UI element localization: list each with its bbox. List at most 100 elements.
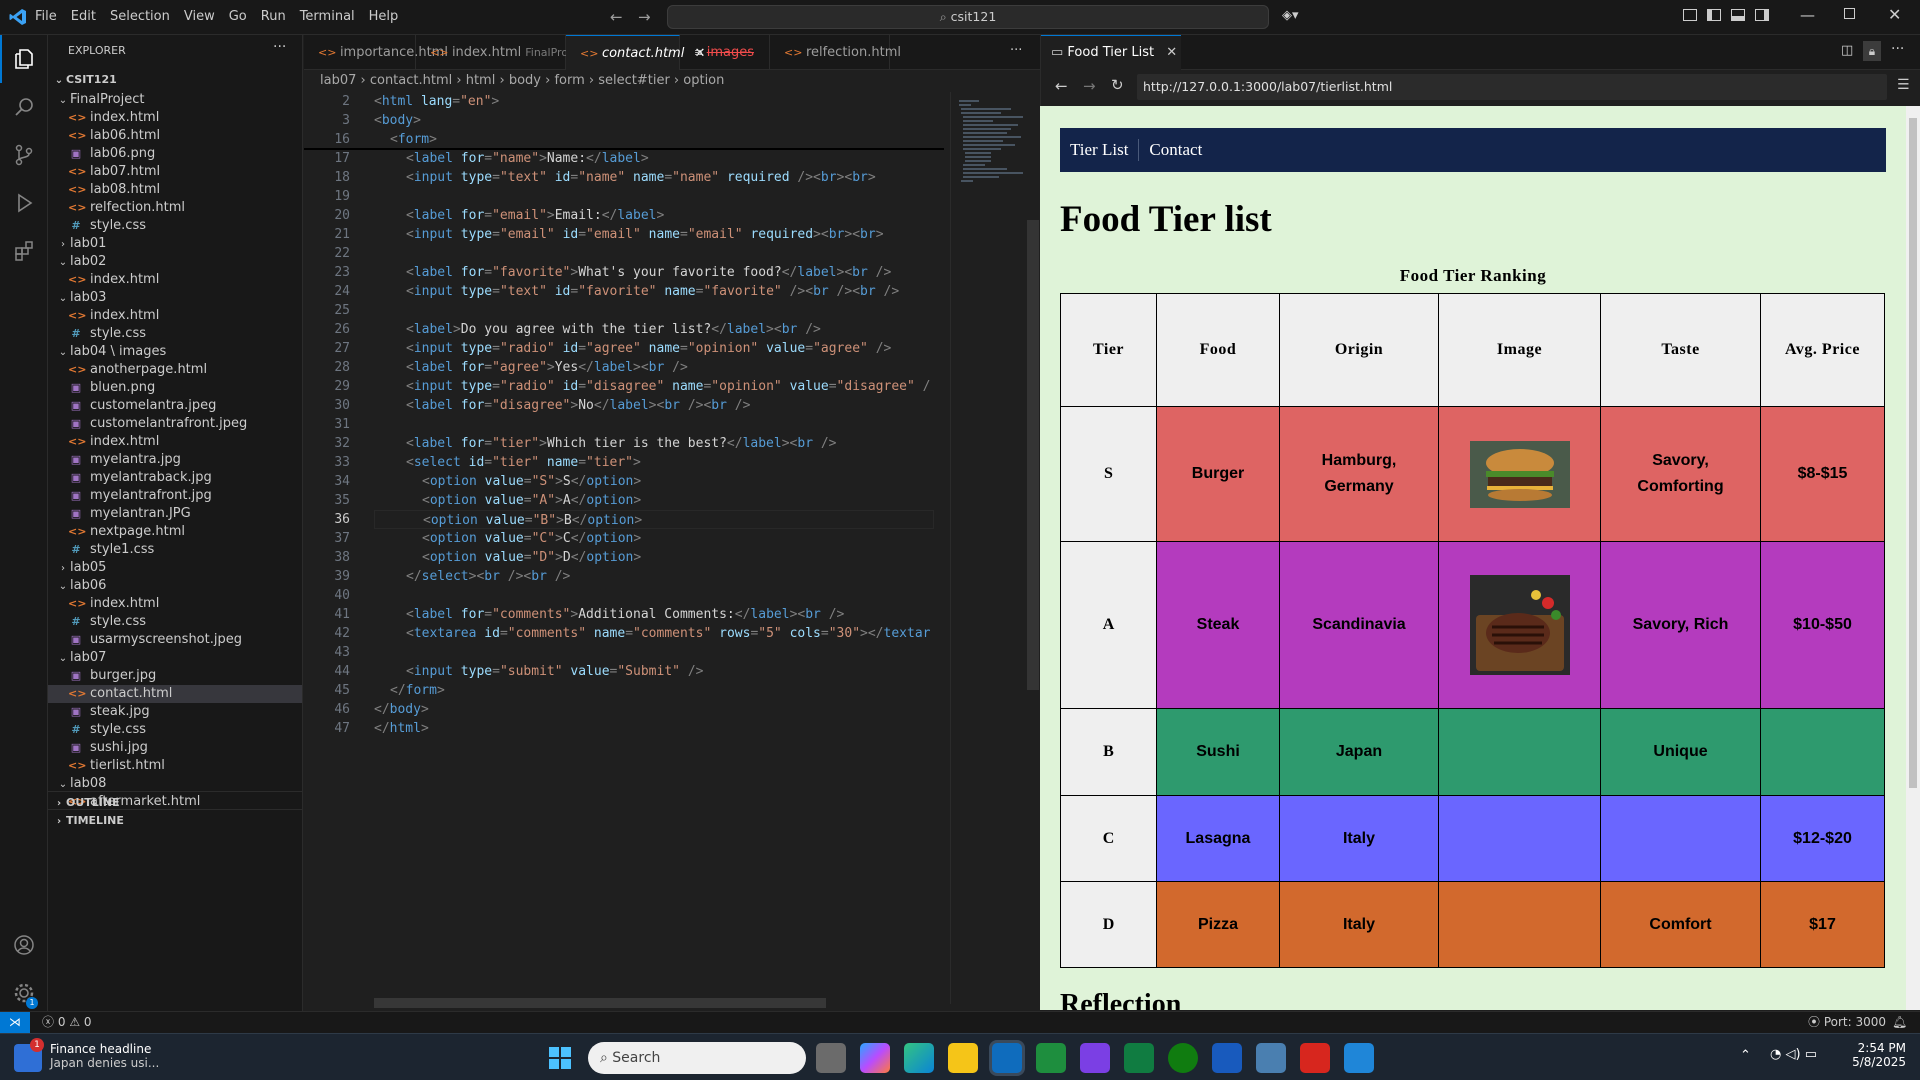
start-button[interactable] xyxy=(548,1046,572,1074)
explorer-icon[interactable] xyxy=(0,35,48,83)
menu-edit[interactable]: Edit xyxy=(64,9,103,24)
code-line[interactable]: <option value="B">B</option> xyxy=(374,510,934,529)
menu-help[interactable]: Help xyxy=(362,9,406,24)
folder-item[interactable]: ⌄ lab02 xyxy=(48,253,302,271)
file-item[interactable]: ▣ burger.jpg xyxy=(48,667,302,685)
copilot-icon[interactable]: ◈▾ xyxy=(1282,8,1299,23)
minimap[interactable] xyxy=(950,92,1030,1004)
file-item[interactable]: <> anotherpage.html xyxy=(48,361,302,379)
file-item[interactable]: <> index.html xyxy=(48,595,302,613)
editor-tab[interactable]: ≡ images xyxy=(680,35,770,70)
close-icon[interactable]: ✕ xyxy=(1888,5,1901,24)
code-line[interactable]: </form> xyxy=(374,681,445,700)
file-item[interactable]: # style.css xyxy=(48,721,302,739)
breadcrumb-item[interactable]: contact.html xyxy=(370,73,452,88)
code-line[interactable]: <input type="email" id="email" name="ema… xyxy=(374,225,884,244)
acrobat-icon[interactable] xyxy=(1300,1043,1330,1073)
code-line[interactable]: <input type="radio" id="agree" name="opi… xyxy=(374,339,891,358)
menu-run[interactable]: Run xyxy=(254,9,293,24)
manage-gear-icon[interactable]: 1 xyxy=(0,969,48,1017)
breadcrumb-item[interactable]: form xyxy=(554,73,584,88)
file-item[interactable]: ▣ steak.jpg xyxy=(48,703,302,721)
folder-item[interactable]: › lab05 xyxy=(48,559,302,577)
file-explorer-icon[interactable] xyxy=(948,1043,978,1073)
file-item[interactable]: # style.css xyxy=(48,217,302,235)
file-item[interactable]: ▣ myelantra.jpg xyxy=(48,451,302,469)
toggle-sidebar-icon[interactable] xyxy=(1707,9,1721,21)
nav-link-contact[interactable]: Contact xyxy=(1139,140,1212,160)
task-view-icon[interactable] xyxy=(816,1043,846,1073)
breadcrumb-item[interactable]: body xyxy=(509,73,541,88)
code-line[interactable]: <option value="C">C</option> xyxy=(374,529,641,548)
source-control-icon[interactable] xyxy=(0,131,48,179)
restore-icon[interactable] xyxy=(1844,8,1855,19)
menu-terminal[interactable]: Terminal xyxy=(293,9,362,24)
file-item[interactable]: <> tierlist.html xyxy=(48,757,302,775)
tab-food-tier-list[interactable]: ▭ Food Tier List ✕ xyxy=(1041,35,1181,70)
chevron-up-icon[interactable]: ⌃ xyxy=(1740,1048,1751,1063)
file-item[interactable]: <> lab08.html xyxy=(48,181,302,199)
file-item[interactable]: <> index.html xyxy=(48,271,302,289)
file-item[interactable]: <> lab07.html xyxy=(48,163,302,181)
breadcrumb-item[interactable]: html xyxy=(466,73,496,88)
toggle-secondary-sidebar-icon[interactable] xyxy=(1755,9,1769,21)
excel-icon[interactable] xyxy=(1124,1043,1154,1073)
file-item[interactable]: <> index.html xyxy=(48,307,302,325)
code-line[interactable]: <input type="text" id="favorite" name="f… xyxy=(374,282,899,301)
code-line[interactable] xyxy=(374,643,406,662)
code-line[interactable]: <label for="name">Name:</label> xyxy=(374,149,649,168)
back-arrow-icon[interactable]: ← xyxy=(610,8,623,26)
editor-tab[interactable]: <> index.html FinalProject xyxy=(416,35,588,70)
split-editor-icon[interactable]: ◫ xyxy=(1841,43,1853,58)
code-line[interactable]: <option value="S">S</option> xyxy=(374,472,641,491)
teams-icon[interactable] xyxy=(1080,1043,1110,1073)
code-line[interactable]: <input type="text" id="name" name="name"… xyxy=(374,168,876,187)
file-item[interactable]: ▣ customelantrafront.jpeg xyxy=(48,415,302,433)
minimize-icon[interactable]: — xyxy=(1800,6,1815,24)
file-item[interactable]: # style.css xyxy=(48,325,302,343)
code-line[interactable]: </select><br /><br /> xyxy=(374,567,570,586)
file-item[interactable]: <> index.html xyxy=(48,109,302,127)
folder-item[interactable]: ⌄ lab06 xyxy=(48,577,302,595)
more-actions-icon[interactable]: ··· xyxy=(1010,43,1022,58)
file-item[interactable]: ▣ myelantraback.jpg xyxy=(48,469,302,487)
live-server-port[interactable]: ⦿ Port: 3000 xyxy=(1808,1012,1886,1033)
command-center-search[interactable]: ⌕ csit121 xyxy=(667,5,1269,29)
file-item[interactable]: ▣ usarmyscreenshot.jpeg xyxy=(48,631,302,649)
vscode-logo-icon[interactable] xyxy=(9,8,27,30)
problems-indicator[interactable]: ⓧ 0 ⚠ 0 xyxy=(42,1012,92,1033)
customize-layout-icon[interactable] xyxy=(1683,9,1697,21)
word-icon[interactable] xyxy=(1212,1043,1242,1073)
remote-indicator-icon[interactable]: ⋊ xyxy=(0,1012,30,1033)
code-line[interactable]: <label for="tier">Which tier is the best… xyxy=(374,434,837,453)
reload-icon[interactable]: ↻ xyxy=(1111,76,1124,94)
code-line[interactable]: <input type="submit" value="Submit" /> xyxy=(374,662,703,681)
code-line[interactable] xyxy=(374,586,406,605)
code-line[interactable]: </body> xyxy=(374,700,429,719)
vscode-taskbar-icon[interactable] xyxy=(1344,1043,1374,1073)
code-line[interactable]: <input type="radio" id="disagree" name="… xyxy=(374,377,930,396)
page-scrollbar-thumb[interactable] xyxy=(1909,118,1917,788)
code-line[interactable] xyxy=(374,187,406,206)
file-item[interactable]: <> nextpage.html xyxy=(48,523,302,541)
code-line[interactable]: <label for="favorite">What's your favori… xyxy=(374,263,891,282)
outlook-icon[interactable] xyxy=(992,1043,1022,1073)
breadcrumb-item[interactable]: select#tier xyxy=(598,73,670,88)
file-item[interactable]: ▣ sushi.jpg xyxy=(48,739,302,757)
clock[interactable]: 2:54 PM 5/8/2025 xyxy=(1852,1041,1906,1069)
search-icon[interactable] xyxy=(0,83,48,131)
file-item[interactable]: ▣ customelantra.jpeg xyxy=(48,397,302,415)
run-debug-icon[interactable] xyxy=(0,179,48,227)
file-item[interactable]: <> index.html xyxy=(48,433,302,451)
browser-forward-icon[interactable]: → xyxy=(1083,77,1096,95)
code-editor[interactable]: 2 <html lang="en"> 3 <body> 16 <form> 17 <label… xyxy=(304,92,944,1004)
file-item[interactable]: ▣ myelantrafront.jpg xyxy=(48,487,302,505)
folder-item[interactable]: › lab01 xyxy=(48,235,302,253)
browser-back-icon[interactable]: ← xyxy=(1055,77,1068,95)
code-line[interactable]: <form> xyxy=(374,130,437,149)
code-line[interactable]: <label>Do you agree with the tier list?<… xyxy=(374,320,821,339)
extensions-icon[interactable] xyxy=(0,227,48,275)
news-widget[interactable]: Finance headline Japan denies usi... xyxy=(50,1042,159,1070)
system-tray-icons[interactable]: ◔ ◁) ▭ xyxy=(1770,1047,1817,1062)
close-tab-icon[interactable]: ✕ xyxy=(1166,45,1177,60)
